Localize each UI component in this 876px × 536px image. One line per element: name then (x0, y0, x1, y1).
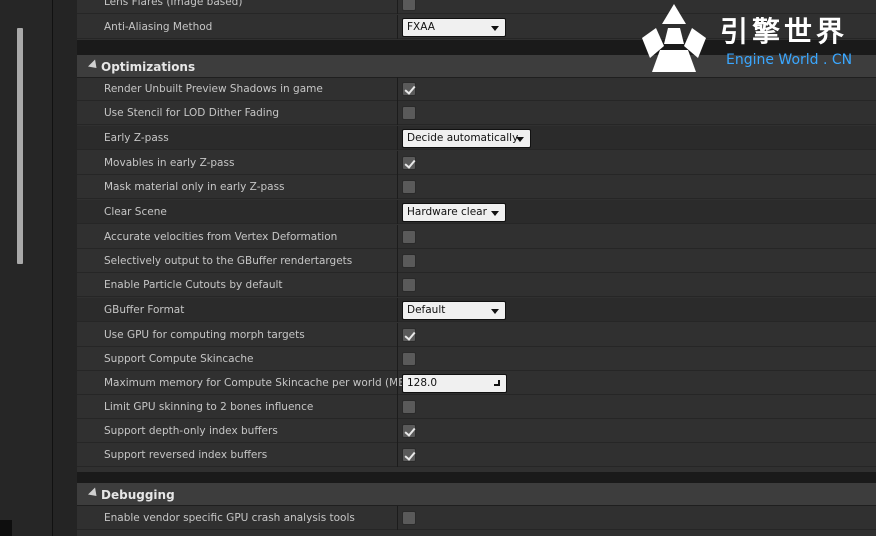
checkbox[interactable] (402, 106, 416, 120)
category-header-debugging[interactable]: Debugging (77, 482, 876, 506)
column-divider (397, 506, 398, 530)
combo-box[interactable]: Decide automatically (402, 129, 531, 148)
property-label: Early Z-pass (104, 132, 169, 144)
combo-value: Default (407, 304, 446, 316)
section-gap (77, 472, 876, 482)
checkbox[interactable] (402, 448, 416, 462)
details-panel: Lens Flares (Image based) Anti-Aliasing … (77, 0, 876, 536)
chevron-down-icon (491, 211, 499, 216)
column-divider (397, 151, 398, 175)
property-label: Enable Particle Cutouts by default (104, 279, 283, 291)
number-value: 128.0 (407, 377, 438, 389)
category-title: Optimizations (101, 60, 196, 74)
property-label: Anti-Aliasing Method (104, 21, 213, 33)
column-divider (397, 175, 398, 199)
property-row: Limit GPU skinning to 2 bones influence (77, 395, 876, 419)
checkbox[interactable] (402, 254, 416, 268)
number-field[interactable]: 128.0 (402, 374, 507, 393)
property-row: Support reversed index buffers (77, 443, 876, 467)
chevron-down-icon (491, 26, 499, 31)
column-divider (397, 200, 398, 224)
combo-box[interactable]: Default (402, 301, 506, 320)
property-row: Enable vendor specific GPU crash analysi… (77, 506, 876, 530)
property-label: Selectively output to the GBuffer render… (104, 255, 353, 267)
property-label: Use Stencil for LOD Dither Fading (104, 107, 280, 119)
watermark-subtitle: Engine World . CN (726, 52, 853, 68)
combo-value: FXAA (407, 21, 435, 33)
resize-grip-icon[interactable] (494, 380, 500, 386)
property-row: Maximum memory for Compute Skincache per… (77, 371, 876, 395)
left-scrollbar[interactable] (17, 28, 23, 264)
column-divider (397, 101, 398, 125)
property-row: Render Unbuilt Preview Shadows in game (77, 77, 876, 101)
engine-world-logo-icon (642, 4, 706, 72)
property-label: Enable vendor specific GPU crash analysi… (104, 512, 355, 524)
watermark-title: 引擎世界 (720, 15, 849, 48)
checkbox[interactable] (402, 230, 416, 244)
property-label: Movables in early Z-pass (104, 157, 235, 169)
property-label: Lens Flares (Image based) (104, 0, 243, 8)
column-divider (397, 419, 398, 443)
checkbox[interactable] (402, 328, 416, 342)
column-divider (397, 347, 398, 371)
column-divider (397, 15, 398, 39)
checkbox[interactable] (402, 511, 416, 525)
checkbox[interactable] (402, 400, 416, 414)
property-label: Support reversed index buffers (104, 449, 268, 461)
column-divider (397, 443, 398, 467)
watermark: 引擎世界 Engine World . CN (630, 0, 876, 80)
property-label: Render Unbuilt Preview Shadows in game (104, 83, 323, 95)
checkbox[interactable] (402, 82, 416, 96)
property-label: Use GPU for computing morph targets (104, 329, 305, 341)
combo-value: Hardware clear (407, 206, 487, 218)
column-divider (397, 0, 398, 14)
property-label: Maximum memory for Compute Skincache per… (104, 377, 410, 389)
property-label: GBuffer Format (104, 304, 185, 316)
property-row: GBuffer Format Default (77, 298, 876, 322)
property-label: Mask material only in early Z-pass (104, 181, 285, 193)
column-divider (397, 371, 398, 395)
combo-value: Decide automatically (407, 132, 519, 144)
property-row: Use GPU for computing morph targets (77, 323, 876, 347)
collapse-arrow-icon[interactable] (87, 487, 101, 500)
property-label: Support Compute Skincache (104, 353, 254, 365)
column-divider (397, 395, 398, 419)
property-row: Support depth-only index buffers (77, 419, 876, 443)
details-panel-gutter (53, 0, 77, 536)
property-label: Accurate velocities from Vertex Deformat… (104, 231, 338, 243)
chevron-down-icon (516, 137, 524, 142)
property-label: Clear Scene (104, 206, 167, 218)
checkbox[interactable] (402, 0, 416, 11)
column-divider (397, 126, 398, 150)
checkbox[interactable] (402, 180, 416, 194)
property-row: Enable Particle Cutouts by default (77, 273, 876, 297)
property-label: Limit GPU skinning to 2 bones influence (104, 401, 314, 413)
combo-box[interactable]: Hardware clear (402, 203, 506, 222)
property-row: Mask material only in early Z-pass (77, 175, 876, 199)
checkbox[interactable] (402, 278, 416, 292)
column-divider (397, 298, 398, 322)
checkbox[interactable] (402, 424, 416, 438)
collapse-arrow-icon[interactable] (87, 59, 101, 72)
column-divider (397, 77, 398, 101)
property-label: Support depth-only index buffers (104, 425, 278, 437)
outer-left-panel (0, 0, 53, 536)
property-row: Accurate velocities from Vertex Deformat… (77, 225, 876, 249)
anti-aliasing-combo[interactable]: FXAA (402, 18, 506, 37)
property-row: Support Compute Skincache (77, 347, 876, 371)
checkbox[interactable] (402, 352, 416, 366)
column-divider (397, 249, 398, 273)
property-row: Clear Scene Hardware clear (77, 200, 876, 224)
column-divider (397, 273, 398, 297)
chevron-down-icon (491, 309, 499, 314)
property-row: Use Stencil for LOD Dither Fading (77, 101, 876, 125)
column-divider (397, 225, 398, 249)
property-row: Selectively output to the GBuffer render… (77, 249, 876, 273)
property-row: Early Z-pass Decide automatically (77, 126, 876, 150)
column-divider (397, 323, 398, 347)
left-panel-corner (0, 520, 12, 536)
property-row: Movables in early Z-pass (77, 151, 876, 175)
category-title: Debugging (101, 488, 175, 502)
checkbox[interactable] (402, 156, 416, 170)
